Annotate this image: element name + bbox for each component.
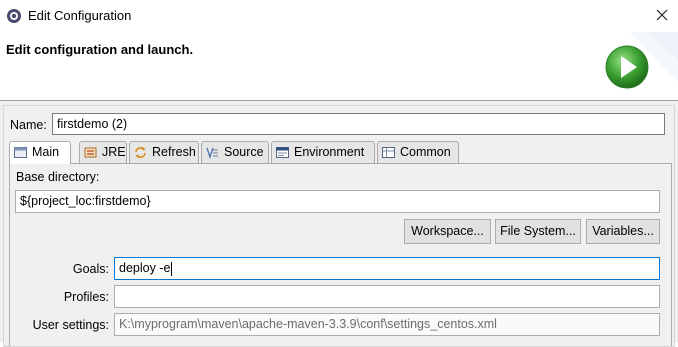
environment-icon [276,147,289,158]
tab-strip: Main JRE Refresh Source Environment Comm… [9,141,670,164]
common-icon [382,147,395,158]
tab-source[interactable]: Source [201,141,269,163]
profiles-input[interactable] [114,285,660,308]
close-icon[interactable] [654,7,670,23]
profiles-label: Profiles: [63,290,109,304]
tab-common[interactable]: Common [377,141,459,163]
file-system-button[interactable]: File System... [495,219,581,244]
goals-value: deploy -e [119,261,171,275]
main-tab-icon [14,147,27,158]
name-label: Name: [10,118,47,132]
banner-title: Edit configuration and launch. [6,42,194,57]
workspace-button[interactable]: Workspace... [404,219,491,244]
tab-environment[interactable]: Environment [271,141,375,163]
window-title: Edit Configuration [28,8,132,23]
user-settings-input[interactable]: K:\myprogram\maven\apache-maven-3.3.9\co… [114,313,660,336]
source-icon [206,147,218,159]
tab-main[interactable]: Main [9,141,71,164]
goals-label: Goals: [72,262,109,276]
refresh-icon [135,147,146,158]
tab-refresh[interactable]: Refresh [129,141,199,163]
base-directory-label: Base directory: [16,170,100,184]
variables-button[interactable]: Variables... [586,219,660,244]
base-directory-input[interactable]: ${project_loc:firstdemo} [15,190,660,213]
app-icon [7,9,21,23]
name-input[interactable]: firstdemo (2) [52,113,665,135]
launch-icon [605,45,649,89]
text-caret [171,261,173,276]
tab-jre[interactable]: JRE [79,141,127,163]
goals-input[interactable]: deploy -e [114,257,660,280]
user-settings-label: User settings: [32,318,109,332]
jre-icon [84,147,97,158]
